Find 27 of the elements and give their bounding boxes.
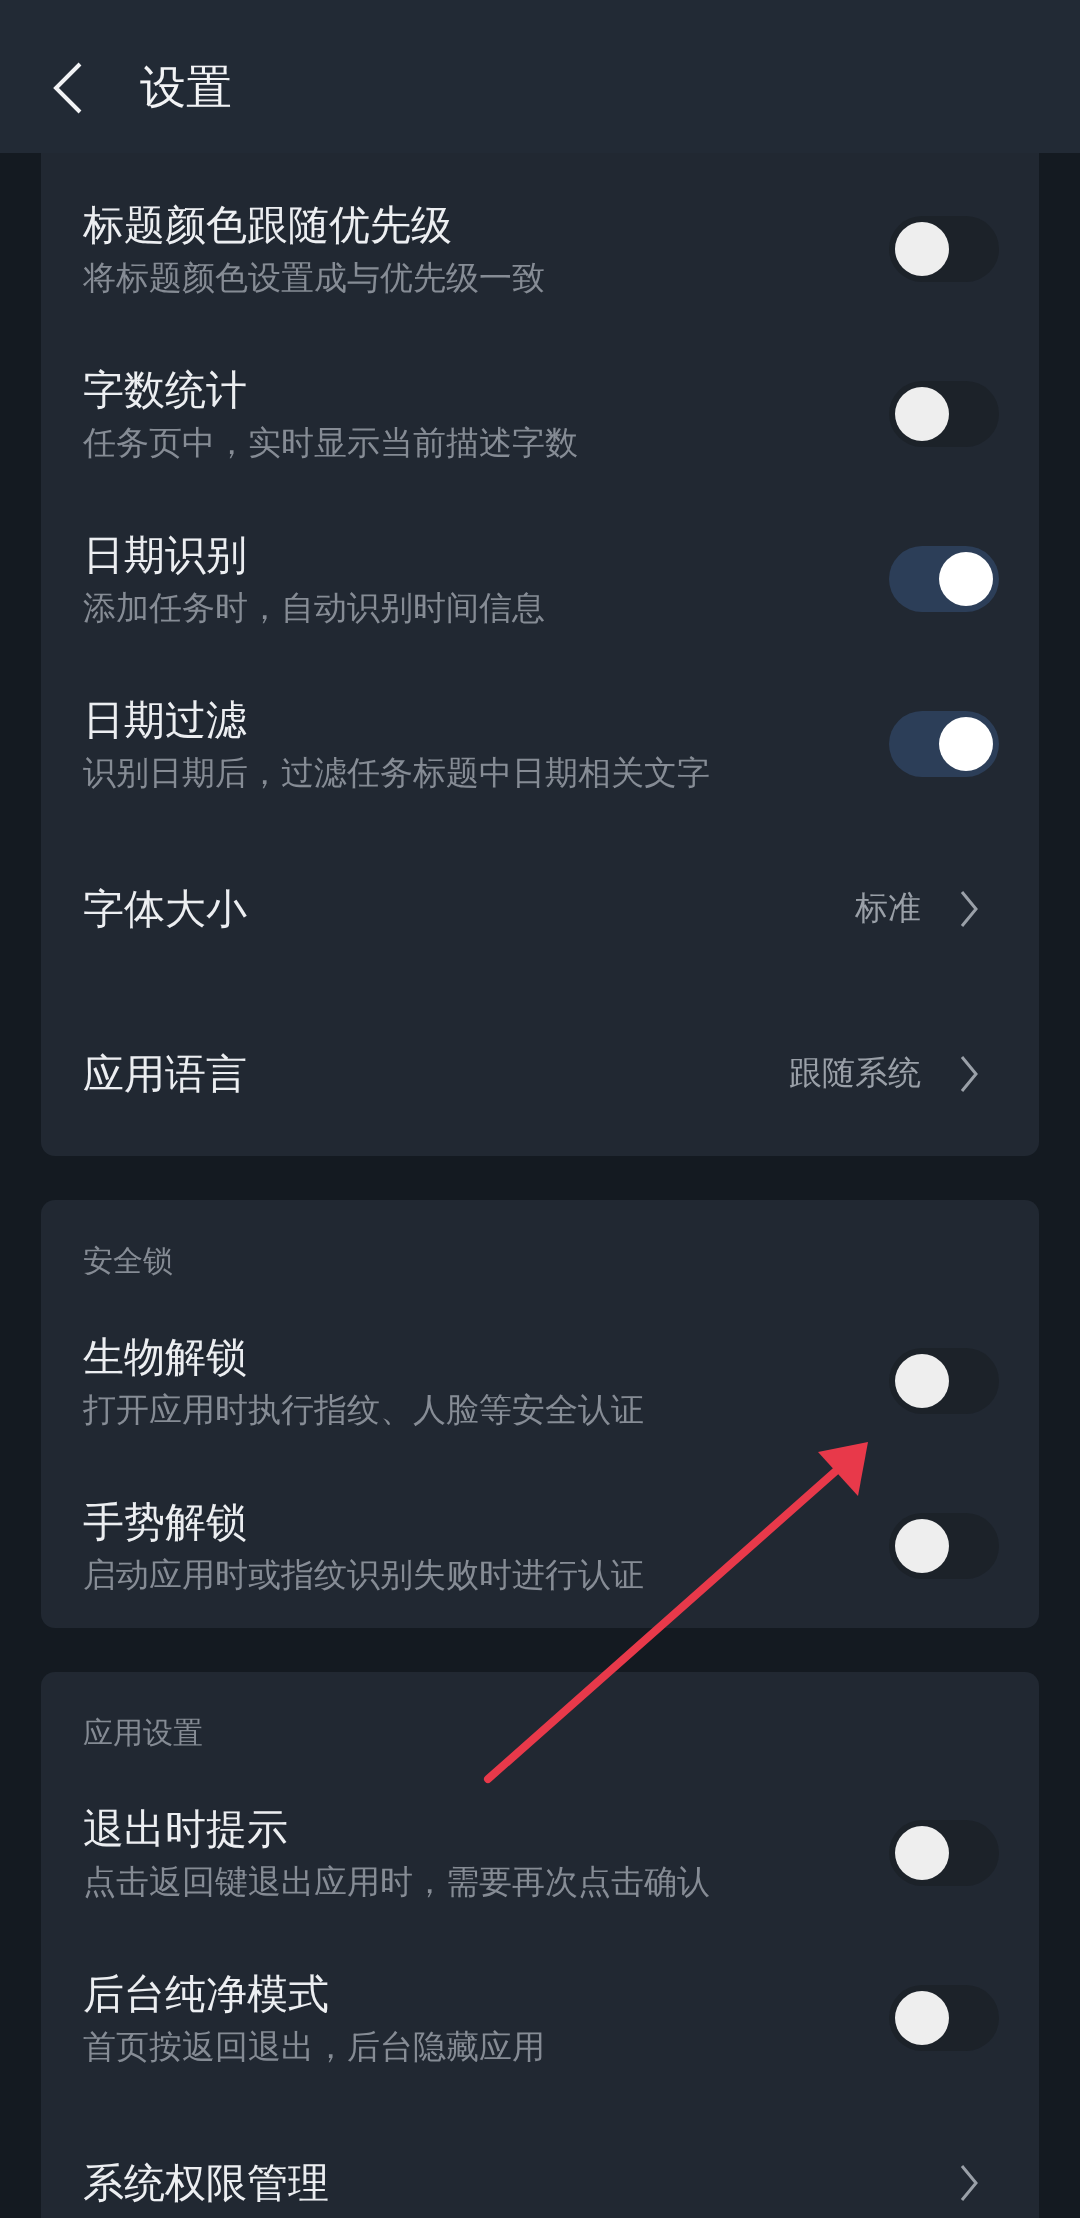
setting-value: 跟随系统 xyxy=(789,1052,921,1094)
setting-title: 字体大小 xyxy=(83,883,247,934)
setting-description: 点击返回键退出应用时，需要再次点击确认 xyxy=(83,1861,710,1902)
setting-title: 生物解锁 xyxy=(83,1331,247,1382)
setting-description: 任务页中，实时显示当前描述字数 xyxy=(83,422,578,463)
setting-title: 退出时提示 xyxy=(83,1803,288,1854)
setting-description: 启动应用时或指纹识别失败时进行认证 xyxy=(83,1554,644,1595)
section-label: 安全锁 xyxy=(82,1242,174,1280)
setting-title: 日期过滤 xyxy=(83,694,247,745)
section-label: 应用设置 xyxy=(82,1714,204,1752)
setting-title: 标题颜色跟随优先级 xyxy=(83,199,452,250)
chevron-icon xyxy=(959,888,979,929)
setting-title: 手势解锁 xyxy=(83,1496,247,1547)
setting-description: 将标题颜色设置成与优先级一致 xyxy=(83,257,545,298)
setting-description: 首页按返回退出，后台隐藏应用 xyxy=(83,2026,545,2067)
setting-description: 识别日期后，过滤任务标题中日期相关文字 xyxy=(83,752,710,793)
setting-title: 应用语言 xyxy=(83,1048,247,1099)
setting-title: 系统权限管理 xyxy=(83,2157,329,2208)
setting-title: 日期识别 xyxy=(83,529,247,580)
setting-value: 标准 xyxy=(855,887,921,929)
chevron-icon xyxy=(959,2162,979,2203)
setting-title: 字数统计 xyxy=(83,364,247,415)
chevron-icon xyxy=(959,1053,979,1094)
page-title: 设置 xyxy=(140,58,232,116)
setting-description: 添加任务时，自动识别时间信息 xyxy=(83,587,545,628)
setting-description: 打开应用时执行指纹、人脸等安全认证 xyxy=(83,1389,644,1430)
setting-title: 后台纯净模式 xyxy=(83,1968,329,2019)
